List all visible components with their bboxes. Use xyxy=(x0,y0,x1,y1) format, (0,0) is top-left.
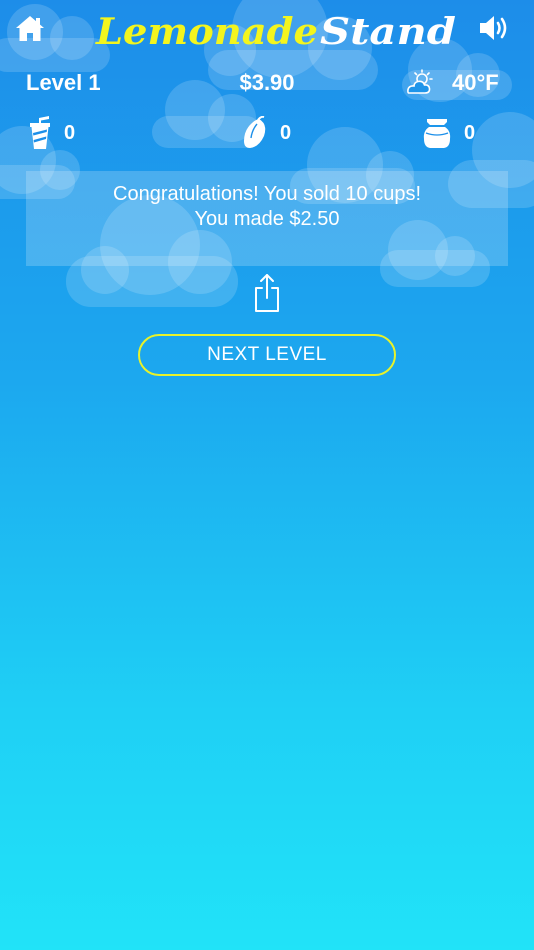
speaker-volume-icon xyxy=(480,16,507,40)
next-level-button[interactable]: NEXT LEVEL xyxy=(138,334,396,376)
logo-word-stand: Stand xyxy=(320,11,456,53)
inventory-row: 0 0 0 xyxy=(0,114,534,152)
result-message-line2: You made $2.50 xyxy=(194,208,340,230)
inventory-sugar: 0 xyxy=(422,114,475,152)
sound-button[interactable] xyxy=(474,10,514,46)
temperature-value: 40°F xyxy=(452,70,499,95)
share-icon xyxy=(255,274,279,312)
logo-word-lemonade: Lemonade xyxy=(95,11,318,53)
cup-icon xyxy=(30,116,50,149)
lemons-count: 0 xyxy=(280,121,292,144)
inventory-lemons: 0 xyxy=(242,114,291,152)
lemon-icon xyxy=(244,116,266,148)
sugar-bag-icon xyxy=(423,119,451,148)
home-button[interactable] xyxy=(12,10,48,46)
status-row: Level 1 $3.90 40°F xyxy=(0,66,534,100)
sugar-count: 0 xyxy=(464,121,476,144)
inventory-cups: 0 xyxy=(28,114,75,152)
home-icon xyxy=(16,16,44,41)
share-button[interactable] xyxy=(251,272,283,314)
cups-count: 0 xyxy=(64,121,76,144)
partly-cloudy-sun-icon xyxy=(407,69,433,94)
result-message-panel: Congratulations! You sold 10 cups! You m… xyxy=(26,171,508,266)
money-value: $3.90 xyxy=(239,70,295,95)
level-label: Level 1 xyxy=(26,70,101,95)
header-bar: Lemonade Stand xyxy=(0,0,534,60)
app-logo: Lemonade Stand xyxy=(95,11,456,53)
result-message-line1: Congratulations! You sold 10 cups! xyxy=(113,183,421,205)
